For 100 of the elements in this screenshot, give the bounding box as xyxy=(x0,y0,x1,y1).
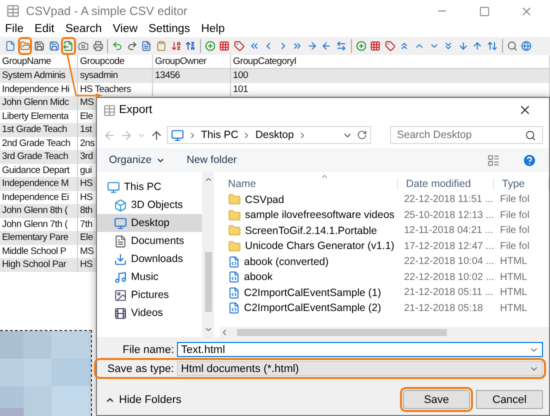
computer-icon xyxy=(107,180,120,194)
help-icon[interactable] xyxy=(522,152,537,168)
undo-icon xyxy=(112,40,123,52)
nav-item[interactable]: Videos xyxy=(97,304,202,322)
file-type: File fol xyxy=(499,210,530,221)
hide-folders-button[interactable]: Hide Folders xyxy=(105,394,182,406)
music-note-icon xyxy=(114,270,127,284)
date-modified: 21-12-2018 05:11 ... xyxy=(403,287,494,298)
file-icon xyxy=(5,40,16,52)
nav-item[interactable]: Pictures xyxy=(97,286,202,304)
column-header[interactable]: GroupOwner xyxy=(153,55,231,69)
menu-item[interactable]: File xyxy=(5,23,24,35)
picture-icon xyxy=(114,288,127,302)
menu-item[interactable]: Help xyxy=(201,23,225,35)
desktop-icon xyxy=(114,216,127,230)
field-label: Save as type: xyxy=(106,362,175,374)
menu-item[interactable]: Settings xyxy=(148,23,190,35)
up-arrow-icon[interactable] xyxy=(150,128,163,142)
breadcrumb-item[interactable]: Desktop xyxy=(255,129,294,141)
swap-vertical-icon xyxy=(487,40,498,52)
dialog-button[interactable]: Cancel xyxy=(476,390,543,409)
nav-item[interactable]: Desktop xyxy=(97,214,202,232)
export-icon xyxy=(63,40,74,52)
date-modified: 22-12-2018 10:02 ... xyxy=(403,272,494,283)
table-cell: 2nd Grade Teach xyxy=(0,136,78,150)
date-modified: 17-12-2018 12:47 ... xyxy=(403,240,494,252)
file-name[interactable]: C2ImportCalEventSample (2) xyxy=(220,302,398,314)
search-icon xyxy=(525,130,536,140)
table-cell: Liberty Elementa xyxy=(0,110,78,123)
file-type: HTML xyxy=(499,272,528,283)
horizontal-scrollbar[interactable] xyxy=(220,327,549,337)
table-cell: 1st Grade Teach xyxy=(0,123,78,136)
date-modified: 22-12-2018 10:04 ... xyxy=(403,256,494,268)
file-type: File fol xyxy=(499,194,530,206)
file-name[interactable]: sample ilovefreesoftware videos xyxy=(220,208,398,222)
file-name-field[interactable]: Text.html xyxy=(177,342,543,357)
table-cell: Middle School P xyxy=(0,244,78,258)
breadcrumb-item[interactable]: This PC xyxy=(201,129,238,141)
file-name[interactable]: abook xyxy=(220,271,398,284)
date-modified: 21-12-2018 05:18 xyxy=(403,302,484,314)
command-button[interactable]: New folder xyxy=(186,154,237,166)
table-cell: Guidance Depart xyxy=(0,164,78,177)
plus-icon xyxy=(356,40,366,52)
table-cell: 3rd Grade Teach xyxy=(0,150,78,164)
app-icon xyxy=(103,104,116,116)
grid-icon xyxy=(370,40,381,52)
column-header[interactable]: Groupcode xyxy=(78,55,153,69)
arrow-right-icon xyxy=(306,40,318,52)
file-name[interactable]: abook (converted) xyxy=(220,256,398,268)
camera-icon xyxy=(78,40,89,52)
app-icon xyxy=(6,4,20,18)
cube-icon xyxy=(114,198,127,212)
menu-item[interactable]: Search xyxy=(65,23,102,35)
redo-icon xyxy=(126,40,138,52)
file-name[interactable]: ScreenToGif.2.14.1.Portable xyxy=(220,224,398,238)
view-icon[interactable] xyxy=(487,154,500,166)
html-file-icon xyxy=(228,286,240,299)
folder-icon xyxy=(228,193,241,206)
close-icon[interactable] xyxy=(518,103,532,117)
scroll-left-icon[interactable] xyxy=(220,328,229,336)
dialog-button[interactable]: Save xyxy=(403,390,470,409)
table-cell: 13456 xyxy=(153,69,231,82)
refresh-icon[interactable] xyxy=(357,130,367,140)
date-modified: 25-10-2018 12:13 ... xyxy=(403,210,494,221)
sort-caret-icon xyxy=(320,172,329,181)
plus-icon xyxy=(204,40,216,52)
table-cell: Elementary Pare xyxy=(0,231,78,244)
column-header[interactable]: Name xyxy=(220,178,398,190)
scrollbar[interactable] xyxy=(202,172,214,337)
scroll-down-icon[interactable] xyxy=(204,325,212,334)
column-header[interactable]: Date modified xyxy=(398,178,494,190)
table-cell: 101 xyxy=(231,82,550,96)
chevron-right-icon xyxy=(188,130,197,140)
arrow-up-icon xyxy=(472,40,483,52)
menu-item[interactable]: View xyxy=(112,23,138,35)
computer-icon xyxy=(171,128,184,142)
maximize-icon[interactable] xyxy=(478,6,490,16)
file-name[interactable]: Unicode Chars Generator (v1.1) xyxy=(220,240,398,253)
folder-icon xyxy=(20,40,30,52)
column-header[interactable]: GroupCategoryI xyxy=(231,55,550,69)
column-header[interactable]: Type xyxy=(494,178,549,190)
document-icon xyxy=(141,40,152,52)
html-file-icon xyxy=(228,256,240,268)
swap-icon xyxy=(336,40,347,52)
file-type: File fol xyxy=(499,225,530,236)
search-field[interactable]: Search Desktop xyxy=(390,126,543,144)
address-bar[interactable]: This PC Desktop xyxy=(167,126,371,144)
menu-item[interactable]: Edit xyxy=(34,23,54,35)
scroll-up-icon[interactable] xyxy=(204,175,212,184)
table-cell: John Glenn Midc xyxy=(0,96,78,110)
folder-icon xyxy=(228,240,241,253)
file-name[interactable]: CSVpad xyxy=(220,193,398,206)
printer-icon xyxy=(92,40,104,52)
sort-ascending-icon xyxy=(170,40,182,52)
file-type-dropdown[interactable]: Html documents (*.html) xyxy=(177,361,543,376)
download-icon xyxy=(114,252,127,266)
file-name[interactable]: C2ImportCalEventSample (1) xyxy=(220,286,398,299)
search-icon xyxy=(506,40,518,52)
tag-icon xyxy=(384,40,396,52)
column-header[interactable]: GroupName xyxy=(0,55,78,69)
